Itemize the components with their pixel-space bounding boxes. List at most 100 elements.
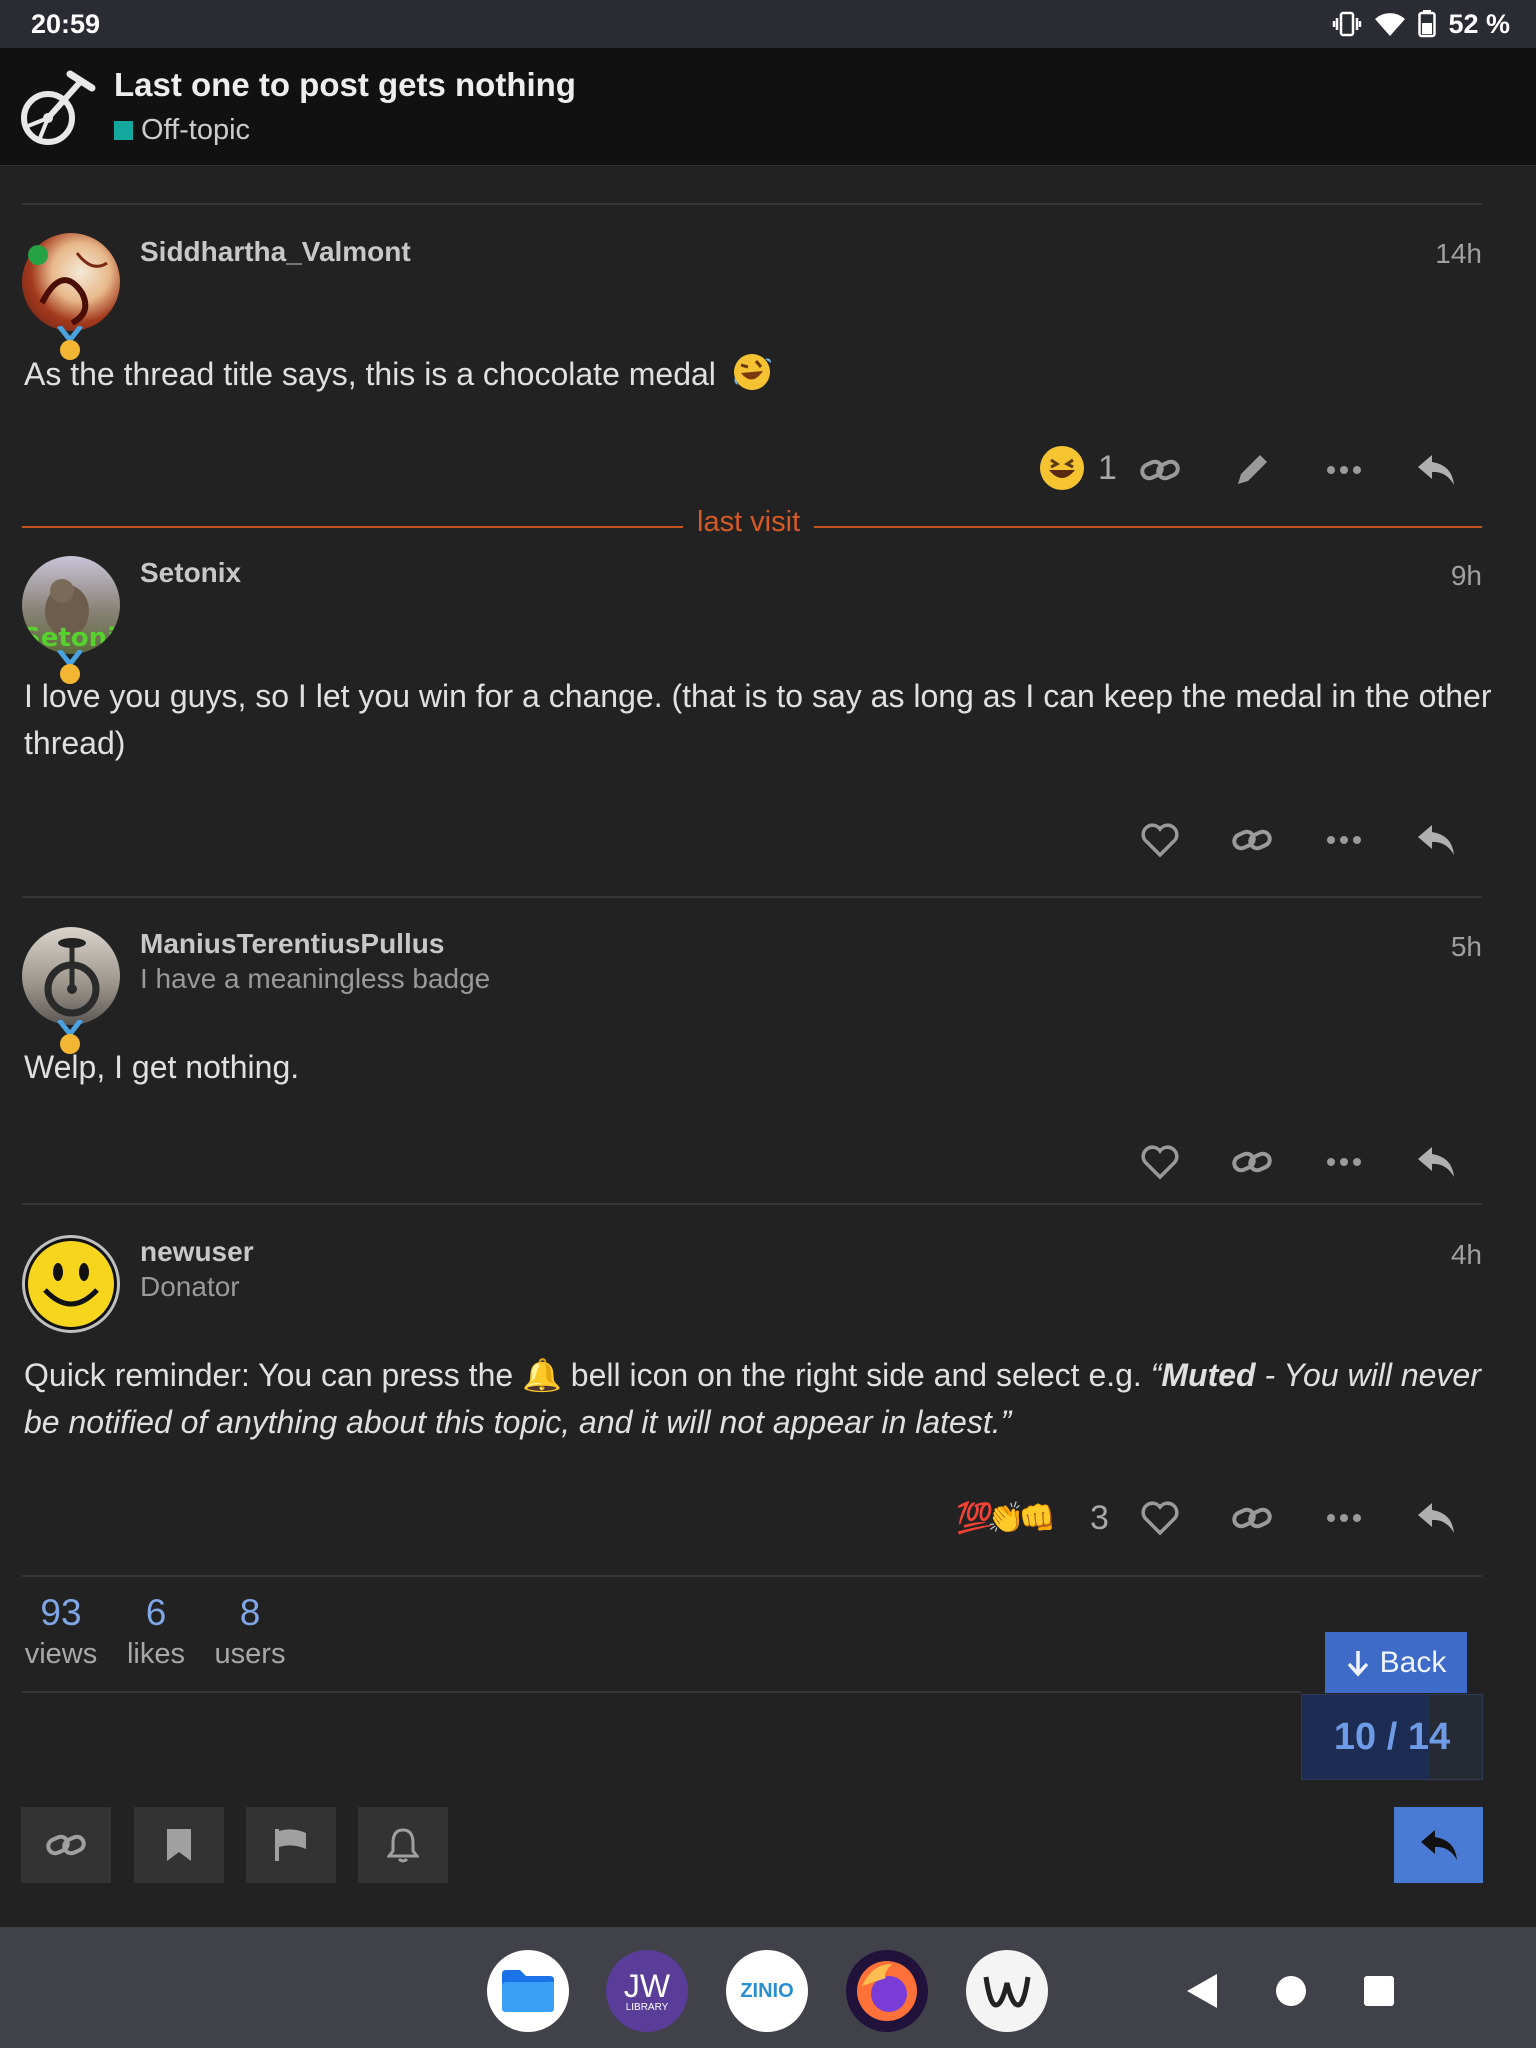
likes-label: likes bbox=[126, 1638, 185, 1670]
quote-open: “ bbox=[1150, 1357, 1162, 1393]
files-app-icon[interactable] bbox=[487, 1950, 569, 2032]
post-body: Welp, I get nothing. bbox=[24, 1049, 300, 1085]
bookmark-icon bbox=[167, 1829, 191, 1861]
reply-icon bbox=[1418, 1147, 1454, 1177]
back-button[interactable]: Back bbox=[1325, 1632, 1467, 1693]
jw-library-app-icon[interactable]: JW LIBRARY bbox=[606, 1950, 688, 2032]
post-divider bbox=[22, 1575, 1482, 1577]
link-icon bbox=[1232, 1507, 1272, 1529]
copy-link-button[interactable] bbox=[1226, 814, 1278, 866]
post-age[interactable]: 5h bbox=[1451, 931, 1482, 963]
reaction-count[interactable]: 3 bbox=[1090, 1499, 1109, 1538]
site-logo[interactable] bbox=[18, 66, 100, 148]
more-actions-button[interactable] bbox=[1318, 1136, 1370, 1188]
category-badge[interactable]: Off-topic bbox=[114, 114, 250, 147]
users-count: 8 bbox=[239, 1592, 261, 1633]
firefox-app-icon[interactable] bbox=[846, 1950, 928, 2032]
stats-divider bbox=[22, 1691, 1301, 1693]
edit-button[interactable] bbox=[1226, 444, 1278, 496]
username[interactable]: Setonix bbox=[140, 557, 241, 589]
bell-emoji: 🔔 bbox=[522, 1357, 562, 1393]
avatar[interactable]: Setonix bbox=[22, 556, 120, 654]
topic-header: Last one to post gets nothing Off-topic bbox=[0, 48, 1536, 166]
users-stat[interactable]: 8 users bbox=[210, 1592, 290, 1671]
post-divider bbox=[22, 203, 1482, 205]
copy-link-button[interactable] bbox=[1226, 1492, 1278, 1544]
heart-icon bbox=[1141, 823, 1179, 858]
ellipsis-icon bbox=[1327, 836, 1361, 844]
bell-icon bbox=[387, 1828, 419, 1863]
avatar-text: Setonix bbox=[22, 623, 120, 653]
reply-icon bbox=[1418, 1503, 1454, 1533]
views-stat: 93 views bbox=[22, 1592, 100, 1671]
laughing-emoji-icon bbox=[1049, 458, 1075, 478]
nav-home-button[interactable] bbox=[1276, 1976, 1306, 2006]
link-icon bbox=[1140, 459, 1180, 481]
category-name: Off-topic bbox=[141, 114, 251, 146]
likes-count: 6 bbox=[145, 1592, 167, 1633]
post-age[interactable]: 14h bbox=[1435, 238, 1482, 270]
reply-button[interactable] bbox=[1410, 444, 1462, 496]
flag-icon bbox=[275, 1829, 306, 1861]
like-button[interactable] bbox=[1134, 1492, 1186, 1544]
quote-bold: Muted bbox=[1161, 1357, 1256, 1393]
copy-link-button[interactable] bbox=[1134, 444, 1186, 496]
reply-button[interactable] bbox=[1410, 1492, 1462, 1544]
heart-icon bbox=[1141, 1501, 1179, 1536]
wattpad-app-icon[interactable] bbox=[966, 1950, 1048, 2032]
reply-icon bbox=[1418, 455, 1454, 485]
smiley-icon bbox=[28, 1241, 114, 1327]
nav-back-button[interactable] bbox=[1185, 1972, 1221, 2010]
link-icon bbox=[1232, 1151, 1272, 1173]
like-button[interactable] bbox=[1134, 1136, 1186, 1188]
jw-label: JW bbox=[623, 1967, 671, 2004]
avatar[interactable] bbox=[22, 927, 120, 1025]
reaction-button[interactable]: 😆 bbox=[1040, 446, 1084, 490]
post-body: Quick reminder: You can press the 🔔 bell… bbox=[24, 1352, 1494, 1446]
flag-button[interactable] bbox=[246, 1807, 336, 1883]
reply-button[interactable] bbox=[1410, 1136, 1462, 1188]
copy-link-button[interactable] bbox=[1226, 1136, 1278, 1188]
link-icon bbox=[46, 1834, 86, 1856]
battery-icon bbox=[1418, 10, 1437, 38]
zinio-app-icon[interactable]: ZINIO bbox=[726, 1950, 808, 2032]
reply-icon bbox=[1418, 825, 1454, 855]
wifi-icon bbox=[1375, 13, 1406, 37]
more-actions-button[interactable] bbox=[1318, 444, 1370, 496]
username[interactable]: ManiusTerentiusPullus bbox=[140, 928, 444, 960]
more-actions-button[interactable] bbox=[1318, 814, 1370, 866]
post-text: Quick reminder: You can press the bbox=[24, 1357, 523, 1393]
rofl-emoji-icon bbox=[733, 354, 771, 390]
reaction-button[interactable]: 💯👏👊 bbox=[956, 1498, 1076, 1538]
share-link-button[interactable] bbox=[21, 1807, 111, 1883]
progress-text: 10 / 14 bbox=[1333, 1715, 1451, 1758]
username[interactable]: newuser bbox=[140, 1236, 254, 1268]
ellipsis-icon bbox=[1327, 466, 1361, 474]
vibrate-icon bbox=[1333, 11, 1362, 37]
nav-recents-button[interactable] bbox=[1364, 1976, 1394, 2006]
category-color-square bbox=[114, 121, 133, 140]
reply-button[interactable] bbox=[1410, 814, 1462, 866]
user-title: I have a meaningless badge bbox=[140, 963, 491, 994]
topic-title[interactable]: Last one to post gets nothing bbox=[114, 66, 576, 104]
post-body: As the thread title says, this is a choc… bbox=[24, 351, 1494, 398]
status-icons: 52 % bbox=[1332, 9, 1510, 40]
bookmark-button[interactable] bbox=[134, 1807, 224, 1883]
ellipsis-icon bbox=[1327, 1158, 1361, 1166]
post-age[interactable]: 9h bbox=[1451, 560, 1482, 592]
more-actions-button[interactable] bbox=[1318, 1492, 1370, 1544]
avatar[interactable] bbox=[22, 1235, 120, 1333]
notifications-button[interactable] bbox=[358, 1807, 448, 1883]
post-text: bell icon on the right side and select e… bbox=[561, 1357, 1151, 1393]
pencil-icon bbox=[1238, 455, 1267, 484]
reaction-count[interactable]: 1 bbox=[1098, 449, 1117, 488]
like-button[interactable] bbox=[1134, 814, 1186, 866]
reply-to-topic-button[interactable] bbox=[1394, 1807, 1483, 1883]
reply-icon bbox=[1420, 1830, 1457, 1860]
post-age[interactable]: 4h bbox=[1451, 1239, 1482, 1271]
online-indicator bbox=[28, 245, 48, 265]
username[interactable]: Siddhartha_Valmont bbox=[140, 236, 411, 268]
status-bar: 20:59 52 % bbox=[0, 0, 1536, 48]
timeline-progress[interactable]: 10 / 14 bbox=[1301, 1694, 1483, 1780]
jw-sublabel: LIBRARY bbox=[625, 2001, 669, 2013]
